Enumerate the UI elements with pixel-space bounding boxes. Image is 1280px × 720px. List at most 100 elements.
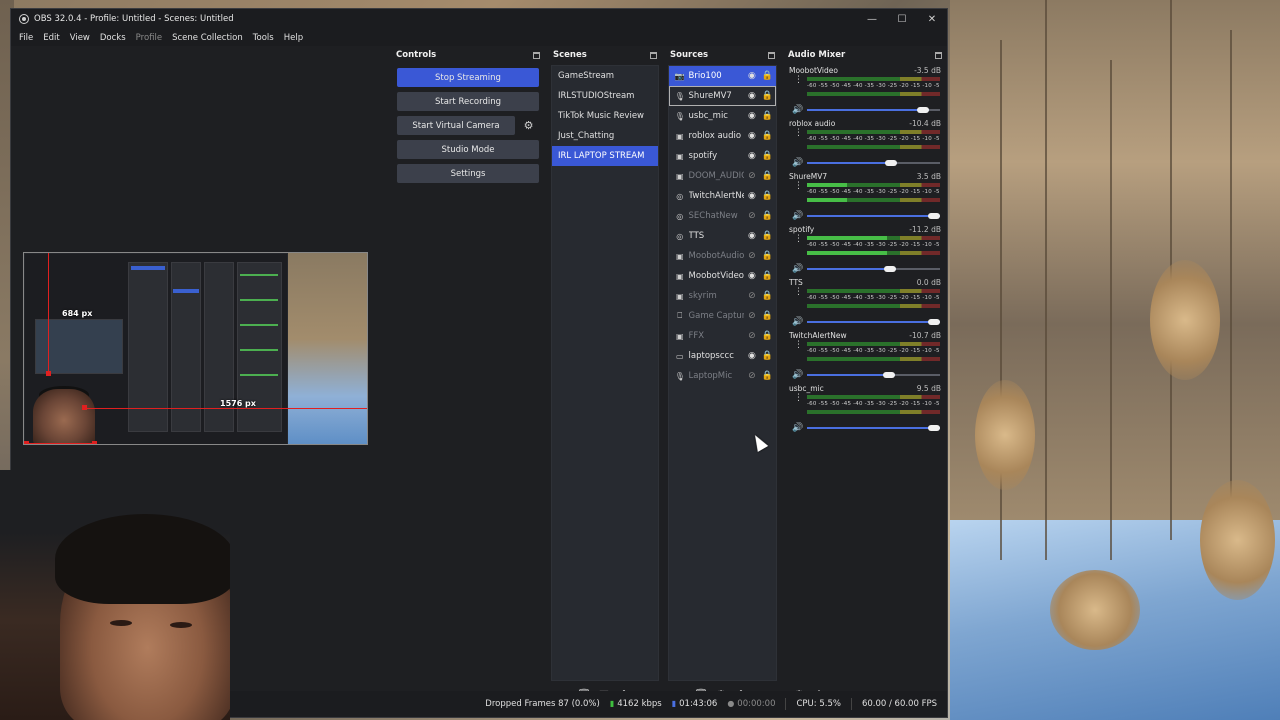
- scene-item[interactable]: Just_Chatting: [552, 126, 658, 146]
- undock-icon[interactable]: [935, 51, 942, 59]
- channel-menu-icon[interactable]: ⋮: [794, 182, 803, 191]
- source-item[interactable]: ⎕ Game Capture ⊘ 🔒: [669, 306, 776, 326]
- minimize-button[interactable]: —: [857, 9, 887, 29]
- source-item[interactable]: ◎ TwitchAlertNew◉🔒: [669, 186, 776, 206]
- settings-button[interactable]: Settings: [397, 164, 539, 183]
- eye-off-icon[interactable]: ⊘: [744, 170, 759, 182]
- undock-icon[interactable]: [650, 51, 657, 59]
- unlock-icon[interactable]: 🔒: [760, 90, 775, 102]
- lock-icon[interactable]: 🔒: [760, 270, 775, 282]
- eye-off-icon[interactable]: ⊘: [744, 370, 759, 382]
- eye-off-icon[interactable]: ⊘: [744, 290, 759, 302]
- eye-icon[interactable]: ◉: [744, 90, 759, 102]
- lock-icon[interactable]: 🔒: [760, 330, 775, 342]
- volume-slider-knob[interactable]: [917, 107, 930, 113]
- virtual-camera-settings-icon[interactable]: ⚙: [518, 116, 539, 135]
- volume-slider-knob[interactable]: [928, 425, 940, 431]
- eye-off-icon[interactable]: ⊘: [744, 250, 759, 262]
- volume-slider-knob[interactable]: [928, 213, 940, 219]
- channel-menu-icon[interactable]: ⋮: [794, 341, 803, 350]
- source-item[interactable]: 🎙 usbc_mic ◉ 🔒: [669, 106, 776, 126]
- menu-tools[interactable]: Tools: [248, 33, 279, 43]
- source-item[interactable]: ▣ MoobotVideo ◉ 🔒: [669, 266, 776, 286]
- volume-slider[interactable]: [807, 107, 940, 113]
- lock-icon[interactable]: 🔒: [760, 290, 775, 302]
- menu-edit[interactable]: Edit: [38, 33, 64, 43]
- unlock-icon[interactable]: 🔒: [760, 130, 775, 142]
- speaker-icon[interactable]: 🔊: [792, 264, 803, 274]
- menu-help[interactable]: Help: [279, 33, 308, 43]
- source-item[interactable]: ▣ roblox audio ◉ 🔒: [669, 126, 776, 146]
- unlock-icon[interactable]: 🔒: [760, 110, 775, 122]
- volume-slider-knob[interactable]: [884, 266, 897, 272]
- undock-icon[interactable]: [533, 51, 540, 59]
- scene-item[interactable]: TikTok Music Review: [552, 106, 658, 126]
- lock-icon[interactable]: 🔒: [760, 230, 775, 242]
- channel-menu-icon[interactable]: ⋮: [794, 129, 803, 138]
- lock-icon[interactable]: 🔒: [760, 350, 775, 362]
- channel-menu-icon[interactable]: ⋮: [794, 394, 803, 403]
- lock-icon[interactable]: 🔒: [760, 190, 775, 202]
- speaker-icon[interactable]: 🔊: [792, 423, 803, 433]
- eye-off-icon[interactable]: ⊘: [744, 330, 759, 342]
- source-item[interactable]: ▣ FFX ⊘ 🔒: [669, 326, 776, 346]
- volume-slider-knob[interactable]: [882, 372, 895, 378]
- scene-item[interactable]: GameStream: [552, 66, 658, 86]
- menu-view[interactable]: View: [65, 33, 95, 43]
- speaker-icon[interactable]: 🔊: [792, 211, 803, 221]
- lock-icon[interactable]: 🔒: [760, 170, 775, 182]
- resize-handle[interactable]: [24, 441, 29, 444]
- volume-slider[interactable]: [807, 213, 940, 219]
- eye-icon[interactable]: ◉: [744, 110, 759, 122]
- volume-slider-knob[interactable]: [885, 160, 898, 166]
- stop-streaming-button[interactable]: Stop Streaming: [397, 68, 539, 87]
- unlock-icon[interactable]: 🔒: [760, 70, 775, 82]
- lock-icon[interactable]: 🔒: [760, 310, 775, 322]
- channel-menu-icon[interactable]: ⋮: [794, 76, 803, 85]
- eye-icon[interactable]: ◉: [744, 270, 759, 282]
- volume-slider[interactable]: [807, 425, 940, 431]
- menu-file[interactable]: File: [14, 33, 38, 43]
- resize-handle[interactable]: [92, 441, 97, 444]
- start-virtual-camera-button[interactable]: Start Virtual Camera: [397, 116, 515, 135]
- channel-menu-icon[interactable]: ⋮: [794, 288, 803, 297]
- eye-icon[interactable]: ◉: [744, 70, 759, 82]
- eye-off-icon[interactable]: ⊘: [744, 210, 759, 222]
- source-item[interactable]: ▭ laptopsccc ◉ 🔒: [669, 346, 776, 366]
- resize-handle[interactable]: [82, 405, 87, 410]
- eye-icon[interactable]: ◉: [744, 230, 759, 242]
- source-item[interactable]: 🎙 LaptopMic ⊘ 🔒: [669, 366, 776, 386]
- volume-slider[interactable]: [807, 160, 940, 166]
- source-item[interactable]: 📷 Brio100 ◉ 🔒: [669, 66, 776, 86]
- volume-slider[interactable]: [807, 266, 940, 272]
- volume-slider[interactable]: [807, 319, 940, 325]
- volume-slider[interactable]: [807, 372, 940, 378]
- speaker-icon[interactable]: 🔊: [792, 105, 803, 115]
- eye-icon[interactable]: ◉: [744, 350, 759, 362]
- volume-slider-knob[interactable]: [928, 319, 940, 325]
- menu-profile[interactable]: Profile: [131, 33, 167, 43]
- source-item[interactable]: ▣ skyrim ⊘ 🔒: [669, 286, 776, 306]
- eye-icon[interactable]: ◉: [744, 190, 759, 202]
- preview-canvas[interactable]: 684 px 1576 px: [23, 252, 368, 445]
- source-item[interactable]: ◎ TTS ◉ 🔒: [669, 226, 776, 246]
- speaker-icon[interactable]: 🔊: [792, 370, 803, 380]
- maximize-button[interactable]: ☐: [887, 9, 917, 29]
- studio-mode-button[interactable]: Studio Mode: [397, 140, 539, 159]
- start-recording-button[interactable]: Start Recording: [397, 92, 539, 111]
- lock-icon[interactable]: 🔒: [760, 370, 775, 382]
- source-item[interactable]: 🎙 ShureMV7 ◉ 🔒: [669, 86, 776, 106]
- source-item[interactable]: ▣ spotify ◉ 🔒: [669, 146, 776, 166]
- source-item[interactable]: ◎ SEChatNew ⊘ 🔒: [669, 206, 776, 226]
- channel-menu-icon[interactable]: ⋮: [794, 235, 803, 244]
- speaker-icon[interactable]: 🔊: [792, 158, 803, 168]
- lock-icon[interactable]: 🔒: [760, 210, 775, 222]
- speaker-icon[interactable]: 🔊: [792, 317, 803, 327]
- lock-icon[interactable]: 🔒: [760, 250, 775, 262]
- eye-off-icon[interactable]: ⊘: [744, 310, 759, 322]
- resize-handle[interactable]: [46, 371, 51, 376]
- scene-item[interactable]: IRLSTUDIOStream: [552, 86, 658, 106]
- close-button[interactable]: ✕: [917, 9, 947, 29]
- eye-icon[interactable]: ◉: [744, 150, 759, 162]
- eye-icon[interactable]: ◉: [744, 130, 759, 142]
